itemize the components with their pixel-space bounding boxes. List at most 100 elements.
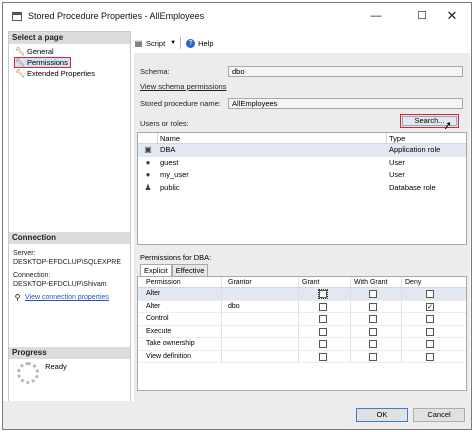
with-grant-checkbox-cell — [351, 288, 402, 300]
mouse-cursor-icon: ➚ — [442, 119, 454, 133]
sp-name-label: Stored procedure name: — [140, 99, 221, 108]
page-permissions-label: Permissions — [27, 58, 68, 67]
table-row[interactable]: View definition — [138, 350, 466, 363]
permission-name: Control — [138, 313, 222, 325]
table-row[interactable]: Control — [138, 313, 466, 326]
server-value: DESKTOP-EFDCLUP\SQLEXPRE — [13, 259, 122, 266]
users-grid-header: Name Type — [138, 133, 466, 144]
with-grant-checkbox-cell — [351, 338, 402, 350]
user-name: my_user — [160, 170, 189, 179]
script-button[interactable]: ▤ Script ▼ — [134, 39, 176, 48]
table-row[interactable]: ▣ DBA Application role — [138, 144, 466, 157]
user-name: public — [160, 182, 180, 192]
grantor-name — [222, 288, 299, 300]
title-bar[interactable]: Stored Procedure Properties - AllEmploye… — [3, 3, 471, 29]
table-row[interactable]: Alter — [138, 288, 466, 301]
grant-checkbox[interactable] — [318, 289, 328, 299]
type-column-header[interactable]: Type — [387, 133, 466, 143]
permissions-tabs: Explicit Effective — [140, 264, 209, 276]
connection-header: Connection — [9, 232, 130, 244]
tab-effective[interactable]: Effective — [171, 264, 209, 276]
grant-checkbox[interactable] — [319, 327, 327, 336]
grant-checkbox-cell — [299, 350, 351, 362]
deny-checkbox[interactable] — [426, 315, 434, 323]
deny-checkbox-cell — [402, 351, 466, 363]
with-grant-checkbox[interactable] — [369, 340, 377, 348]
deny-checkbox[interactable] — [426, 340, 434, 348]
with-grant-checkbox[interactable] — [369, 302, 377, 311]
with-grant-checkbox-cell — [351, 350, 402, 362]
with-grant-column-header[interactable]: With Grant — [351, 277, 402, 287]
table-row[interactable]: ♟ public Database role — [138, 182, 466, 195]
table-row[interactable]: Take ownership — [138, 338, 466, 351]
dialog-footer: OK Cancel — [3, 401, 471, 429]
users-grid: Name Type ▣ DBA Application role ● guest… — [137, 132, 467, 245]
view-connection-properties[interactable]: ⚲ View connection properties — [9, 293, 130, 302]
connection-value: DESKTOP-EFDCLUP\Shivam — [13, 281, 107, 288]
page-general[interactable]: 🔧︎ General — [15, 46, 54, 57]
schema-field[interactable]: dbo — [228, 66, 463, 77]
tab-explicit[interactable]: Explicit — [140, 264, 172, 276]
sp-name-field[interactable]: AllEmployees — [228, 98, 463, 109]
with-grant-checkbox[interactable] — [369, 315, 377, 323]
permissions-grid-header: Permission Grantor Grant With Grant Deny — [138, 277, 466, 288]
table-row[interactable]: Alter dbo ✓ — [138, 300, 466, 313]
window-icon — [12, 12, 22, 21]
grantor-name — [222, 338, 299, 350]
view-schema-permissions-link[interactable]: View schema permissions — [140, 82, 227, 91]
users-roles-label: Users or roles: — [140, 119, 189, 128]
table-row[interactable]: Execute — [138, 325, 466, 338]
permission-column-header[interactable]: Permission — [138, 277, 222, 287]
grantor-column-header[interactable]: Grantor — [222, 277, 299, 287]
table-row[interactable]: ● guest User — [138, 157, 466, 170]
chevron-down-icon[interactable]: ▼ — [170, 40, 176, 46]
user-icon: ● — [145, 157, 151, 167]
progress-spinner-icon — [17, 362, 39, 384]
ok-button[interactable]: OK — [356, 408, 408, 422]
name-column-header[interactable]: Name — [158, 133, 387, 143]
view-connection-properties-link[interactable]: View connection properties — [25, 294, 109, 301]
table-row[interactable]: ● my_user User — [138, 169, 466, 182]
with-grant-checkbox[interactable] — [369, 290, 377, 298]
grant-checkbox-cell — [299, 300, 351, 312]
page-extended-properties-label: Extended Properties — [27, 69, 95, 78]
deny-checkbox-cell — [402, 288, 466, 300]
connection-label: Connection: — [13, 272, 51, 279]
cancel-button[interactable]: Cancel — [413, 408, 465, 422]
permissions-title: Permissions for DBA: — [140, 253, 212, 262]
permissions-page: Schema: dbo View schema permissions Stor… — [134, 53, 470, 401]
deny-checkbox[interactable]: ✓ — [426, 302, 434, 311]
grant-checkbox[interactable] — [319, 315, 327, 323]
permission-name: View definition — [138, 350, 222, 362]
deny-checkbox-cell — [402, 338, 466, 350]
grantor-name — [222, 313, 299, 325]
with-grant-checkbox[interactable] — [369, 352, 377, 361]
grant-checkbox[interactable] — [319, 340, 327, 348]
minimize-button[interactable]: — — [357, 3, 395, 29]
user-name: guest — [160, 157, 179, 167]
grant-checkbox[interactable] — [319, 302, 327, 311]
with-grant-checkbox[interactable] — [369, 327, 377, 336]
grant-column-header[interactable]: Grant — [299, 277, 351, 287]
deny-checkbox[interactable] — [426, 352, 434, 361]
deny-checkbox[interactable] — [426, 290, 434, 298]
grantor-name — [222, 350, 299, 362]
script-label: Script — [146, 38, 166, 48]
with-grant-checkbox-cell — [351, 300, 402, 312]
page-permissions[interactable]: 🔧︎ Permissions — [14, 57, 71, 68]
deny-checkbox[interactable] — [426, 327, 434, 336]
help-button[interactable]: ? Help — [186, 38, 214, 48]
deny-checkbox-cell — [402, 326, 466, 338]
deny-column-header[interactable]: Deny — [402, 277, 466, 287]
grant-checkbox-cell — [299, 325, 351, 337]
permission-name: Execute — [138, 325, 222, 337]
progress-section: Progress Ready — [9, 347, 130, 384]
user-icon: ● — [145, 170, 151, 179]
user-type: Database role — [389, 182, 436, 192]
grantor-name — [222, 325, 299, 337]
grant-checkbox[interactable] — [319, 352, 327, 361]
close-button[interactable]: ✕ — [433, 3, 471, 29]
toolbar: ▤ Script ▼ ? Help — [134, 36, 222, 50]
page-extended-properties[interactable]: 🔧︎ Extended Properties — [15, 68, 95, 79]
permissions-grid: Permission Grantor Grant With Grant Deny… — [137, 276, 467, 391]
